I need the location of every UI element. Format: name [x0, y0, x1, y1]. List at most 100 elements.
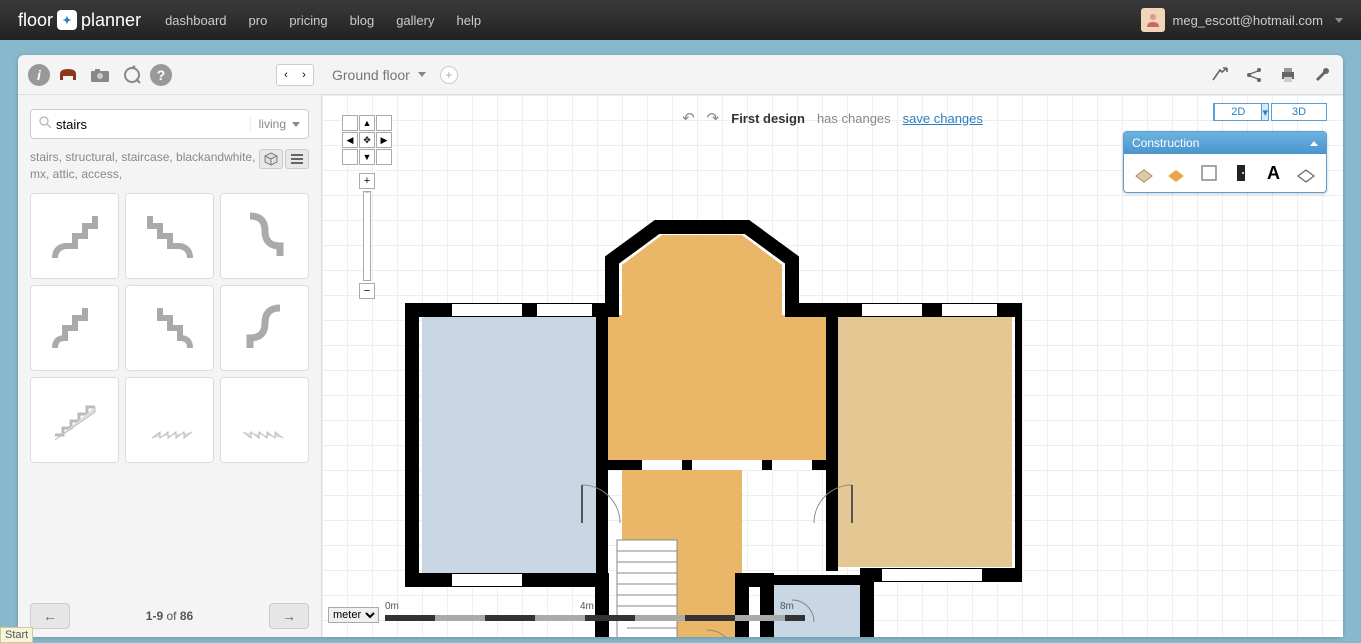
avatar-icon	[1141, 8, 1165, 32]
export-icon[interactable]	[1209, 64, 1231, 86]
logo-text-a: floor	[18, 10, 53, 31]
info-icon[interactable]: i	[28, 64, 50, 86]
nav-links: dashboard pro pricing blog gallery help	[165, 13, 481, 28]
thumb-stairs-4[interactable]	[30, 285, 119, 371]
thumb-stairs-5[interactable]	[125, 285, 214, 371]
zoom-in-button[interactable]: +	[359, 173, 375, 189]
floor-label-text: Ground floor	[332, 67, 410, 83]
pager-of: of	[166, 609, 176, 623]
view-toggle	[259, 149, 309, 183]
undo-button[interactable]: ↶	[682, 109, 695, 127]
view-2d-button[interactable]: 2D ▾	[1213, 103, 1269, 121]
search-icon	[39, 116, 52, 132]
filter-label: living	[259, 117, 286, 131]
nav-dashboard[interactable]: dashboard	[165, 13, 226, 28]
nav-pro[interactable]: pro	[249, 13, 268, 28]
thumb-stairs-3[interactable]	[220, 193, 309, 279]
user-menu[interactable]: meg_escott@hotmail.com	[1141, 8, 1343, 32]
user-email: meg_escott@hotmail.com	[1173, 13, 1323, 28]
pager: ← 1-9 of 86 →	[30, 593, 309, 629]
chevron-down-icon	[418, 72, 426, 77]
thumb-stairs-2[interactable]	[125, 193, 214, 279]
filter-dropdown[interactable]: living	[250, 117, 300, 131]
floor-nav: ‹ ›	[276, 64, 314, 86]
chevron-down-icon	[292, 122, 300, 127]
logo[interactable]: floor ✦ planner	[18, 10, 141, 31]
help-icon[interactable]: ?	[150, 64, 172, 86]
floor-plan[interactable]	[402, 185, 1022, 637]
pan-s[interactable]: ▼	[359, 149, 375, 165]
pan-n[interactable]: ▲	[359, 115, 375, 131]
thumb-stairs-6[interactable]	[220, 285, 309, 371]
thumb-stairs-9[interactable]	[220, 377, 309, 463]
add-floor-button[interactable]: +	[440, 66, 458, 84]
collapse-icon[interactable]	[1310, 141, 1318, 146]
pager-range: 1-9	[146, 609, 163, 623]
dimension-tool-icon[interactable]	[1293, 160, 1319, 186]
nav-gallery[interactable]: gallery	[396, 13, 434, 28]
save-link[interactable]: save changes	[903, 111, 983, 126]
pan-e[interactable]: ▶	[376, 132, 392, 148]
tags-row: stairs, structural, staircase, blackandw…	[30, 149, 309, 183]
status-text: has changes	[817, 111, 891, 126]
next-floor-button[interactable]: ›	[295, 65, 313, 85]
view-mode-toggle: 2D ▾ 3D	[1213, 103, 1327, 121]
pager-prev-button[interactable]: ←	[30, 603, 70, 629]
body: living stairs, structural, staircase, bl…	[18, 95, 1343, 637]
ruler-4: 4m	[580, 601, 594, 612]
thumb-stairs-7[interactable]	[30, 377, 119, 463]
pan-se[interactable]	[376, 149, 392, 165]
pager-next-button[interactable]: →	[269, 603, 309, 629]
ruler-0: 0m	[385, 601, 399, 612]
thumbnail-grid	[30, 193, 309, 463]
prev-floor-button[interactable]: ‹	[277, 65, 295, 85]
ruler-line	[385, 615, 805, 621]
workspace: i ? ‹ › Ground floor +	[18, 55, 1343, 637]
door-tool-icon[interactable]	[1228, 160, 1254, 186]
scale-bar: meter 0m 4m 8m	[328, 601, 805, 629]
pan-ne[interactable]	[376, 115, 392, 131]
zoom-slider[interactable]	[363, 191, 371, 281]
panel-header[interactable]: Construction	[1124, 132, 1326, 154]
text-tool-icon[interactable]: A	[1260, 160, 1286, 186]
settings-icon[interactable]	[1311, 64, 1333, 86]
tags-text: stairs, structural, staircase, blackandw…	[30, 149, 259, 183]
furniture-icon[interactable]	[54, 61, 82, 89]
redo-button[interactable]: ↷	[707, 109, 720, 127]
panel-title: Construction	[1132, 136, 1199, 150]
tool-icon[interactable]	[118, 61, 146, 89]
zoom-controls: + −	[342, 173, 392, 299]
view-3d-thumb-button[interactable]	[259, 149, 283, 169]
surface-tool-icon[interactable]	[1163, 160, 1189, 186]
thumb-stairs-8[interactable]	[125, 377, 214, 463]
unit-select[interactable]: meter	[328, 607, 379, 623]
nav-pad: ▲ ◀ ✥ ▶ ▼ + −	[342, 115, 392, 299]
nav-blog[interactable]: blog	[350, 13, 375, 28]
pan-w[interactable]: ◀	[342, 132, 358, 148]
pan-sw[interactable]	[342, 149, 358, 165]
thumb-stairs-1[interactable]	[30, 193, 119, 279]
pager-total: 86	[180, 609, 193, 623]
view-list-button[interactable]	[285, 149, 309, 169]
start-tooltip: Start	[0, 627, 33, 643]
status-bar: ↶ ↷ First design has changes save change…	[682, 109, 983, 127]
line-tool-icon[interactable]	[1196, 160, 1222, 186]
canvas[interactable]: ↶ ↷ First design has changes save change…	[322, 95, 1343, 637]
wall-tool-icon[interactable]	[1131, 160, 1157, 186]
share-icon[interactable]	[1243, 64, 1265, 86]
camera-icon[interactable]	[86, 61, 114, 89]
ruler-8: 8m	[780, 601, 794, 612]
floor-selector[interactable]: Ground floor	[332, 67, 426, 83]
zoom-out-button[interactable]: −	[359, 283, 375, 299]
panel-body: A	[1124, 154, 1326, 192]
chevron-down-icon	[1335, 18, 1343, 23]
pan-center[interactable]: ✥	[359, 132, 375, 148]
construction-panel: Construction A	[1123, 131, 1327, 193]
pan-nw[interactable]	[342, 115, 358, 131]
nav-pricing[interactable]: pricing	[289, 13, 327, 28]
print-icon[interactable]	[1277, 64, 1299, 86]
nav-help[interactable]: help	[456, 13, 481, 28]
search-input[interactable]	[56, 117, 250, 132]
pager-text: 1-9 of 86	[146, 609, 193, 623]
view-3d-button[interactable]: 3D	[1271, 103, 1327, 121]
